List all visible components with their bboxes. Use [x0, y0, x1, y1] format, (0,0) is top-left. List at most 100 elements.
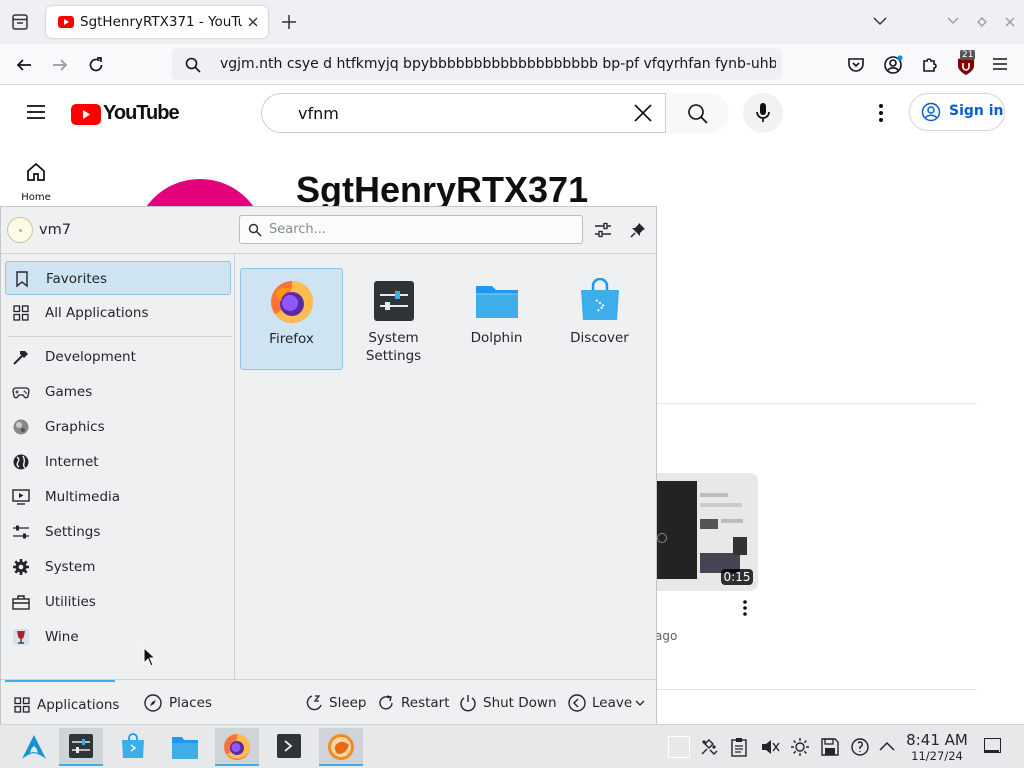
leave-button[interactable]: Leave [567, 692, 649, 714]
launcher-search-placeholder: Search... [269, 222, 327, 237]
new-tab-icon[interactable] [280, 13, 298, 31]
app-label: Dolphin [470, 330, 523, 346]
close-tab-icon[interactable] [246, 15, 260, 29]
clock-time[interactable]: 8:41 AM [904, 731, 970, 749]
places-tab[interactable]: Places [137, 680, 217, 726]
graphics-icon [12, 418, 30, 436]
launcher-search-field[interactable]: Search... [239, 215, 583, 244]
app-firefox[interactable]: Firefox [240, 268, 343, 370]
leave-label: Leave [592, 695, 633, 711]
pocket-icon[interactable] [846, 55, 866, 75]
taskbar-konsole[interactable] [267, 728, 311, 766]
close-window-icon[interactable] [1003, 15, 1017, 29]
app-system-settings[interactable]: System Settings [343, 268, 446, 370]
category-label: System [45, 559, 96, 575]
channel-name: SgtHenryRTX371 [296, 169, 589, 210]
category-graphics[interactable]: Graphics [5, 410, 231, 444]
video-duration: 0:15 [721, 569, 753, 585]
tray-expand-chevron-icon[interactable] [878, 739, 896, 753]
voice-search-icon[interactable] [743, 93, 783, 133]
clear-search-icon[interactable] [632, 102, 654, 124]
applications-tab-label: Applications [37, 697, 120, 713]
show-desktop-icon[interactable] [984, 738, 1001, 753]
category-utilities[interactable]: Utilities [5, 585, 231, 619]
more-options-icon[interactable] [877, 103, 885, 123]
tray-brightness-icon[interactable] [790, 737, 810, 757]
category-favorites[interactable]: Favorites [5, 261, 231, 295]
category-label: Games [45, 384, 93, 400]
taskbar-firefox[interactable] [215, 728, 259, 766]
home-label: Home [21, 192, 51, 203]
category-multimedia[interactable]: Multimedia [5, 480, 231, 514]
back-icon[interactable] [14, 55, 34, 75]
category-system[interactable]: System [5, 550, 231, 584]
category-games[interactable]: Games [5, 375, 231, 409]
account-icon[interactable] [882, 54, 904, 76]
section-divider [657, 403, 977, 404]
sleep-button[interactable]: Sleep [304, 692, 367, 714]
sliders-icon [12, 523, 30, 541]
tray-updates-icon[interactable] [850, 737, 870, 757]
configure-icon[interactable] [594, 221, 612, 239]
category-label: Utilities [45, 594, 96, 610]
taskbar-system-settings[interactable] [59, 728, 103, 766]
category-all-applications[interactable]: All Applications [5, 296, 231, 330]
ublock-icon[interactable]: 21 [954, 50, 978, 77]
tray-disk-icon[interactable] [820, 737, 840, 757]
tray-clipboard-icon[interactable] [730, 737, 748, 757]
video-age: ago [655, 629, 678, 643]
user-name: vm7 [39, 222, 71, 238]
list-all-tabs-icon[interactable] [872, 15, 888, 27]
maximize-window-icon[interactable] [975, 15, 989, 29]
taskbar-brave[interactable] [319, 728, 363, 766]
guide-item-home[interactable]: Home [12, 159, 60, 209]
category-wine[interactable]: Wine [5, 620, 231, 654]
app-discover[interactable]: Discover [549, 268, 652, 370]
restart-icon [376, 693, 396, 713]
app-label: System Settings [365, 330, 422, 364]
forward-icon[interactable] [50, 55, 70, 75]
tray-volume-muted-icon[interactable] [760, 737, 780, 757]
tray-network-icon[interactable] [699, 737, 719, 757]
extensions-icon[interactable] [919, 55, 939, 75]
taskbar-dolphin[interactable] [163, 728, 207, 766]
video-thumbnail[interactable]: 0:15 [655, 473, 758, 591]
address-bar[interactable]: vgjm.nth csye d htfkmyjq bpybbbbbbbbbbbb… [172, 48, 782, 80]
category-internet[interactable]: Internet [5, 445, 231, 479]
guide-menu-icon[interactable] [26, 104, 46, 120]
youtube-logo-text: YouTube [103, 102, 180, 124]
youtube-logo[interactable]: YouTube [71, 102, 181, 126]
sign-in-button[interactable]: Sign in [909, 93, 1005, 131]
arch-launcher-icon[interactable] [12, 728, 56, 766]
category-label: Wine [45, 629, 79, 645]
category-settings[interactable]: Settings [5, 515, 231, 549]
clock-date[interactable]: 11/27/24 [904, 749, 970, 763]
category-development[interactable]: Development [5, 340, 231, 374]
youtube-search-box[interactable]: vfnm [261, 93, 729, 133]
sleep-label: Sleep [329, 695, 367, 711]
url-text: vgjm.nth csye d htfkmyjq bpybbbbbbbbbbbb… [220, 56, 776, 72]
youtube-search-input[interactable]: vfnm [298, 104, 339, 123]
category-label: Internet [45, 454, 99, 470]
application-launcher: vm7 Search... Favorites All Applications… [0, 206, 657, 724]
taskbar-discover[interactable] [111, 728, 155, 766]
applications-tab[interactable]: Applications [5, 680, 119, 726]
hamburger-menu-icon[interactable] [991, 56, 1009, 72]
pin-icon[interactable] [629, 221, 647, 239]
app-dolphin[interactable]: Dolphin [446, 268, 549, 370]
places-tab-label: Places [169, 695, 212, 711]
minimize-window-icon[interactable] [946, 15, 960, 27]
youtube-search-button[interactable] [665, 93, 729, 133]
app-label: Discover [570, 330, 629, 346]
browser-tab[interactable]: SgtHenryRTX371 - YouTube [46, 6, 268, 38]
taskbar: 8:41 AM 11/27/24 [0, 724, 1024, 768]
tab-overview-icon[interactable] [10, 12, 30, 32]
tray-clipboard-box-icon[interactable] [668, 736, 690, 758]
search-icon [184, 56, 202, 74]
video-more-options-icon[interactable] [741, 599, 749, 617]
user-avatar[interactable] [7, 217, 33, 243]
shutdown-button[interactable]: Shut Down [458, 692, 557, 714]
restart-button[interactable]: Restart [376, 692, 450, 714]
globe-icon [12, 453, 30, 471]
reload-icon[interactable] [86, 55, 106, 75]
